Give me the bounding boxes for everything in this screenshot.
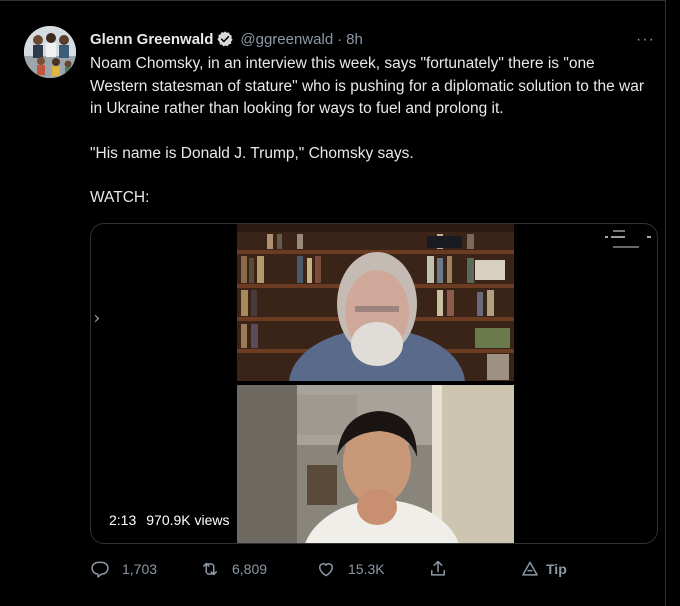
video-duration: 2:13 [109,512,137,528]
tweet[interactable]: Glenn Greenwald @ggreenwald · 8h ··· Noa… [0,0,666,606]
video-frame-chomsky [237,224,514,381]
more-icon[interactable]: ··· [636,31,655,49]
like-count: 15.3K [348,561,385,577]
tweet-header: Glenn Greenwald @ggreenwald · 8h [90,29,363,49]
reply-icon [90,559,110,579]
tweet-actions: 1,703 6,809 15.3K Tip [90,558,590,580]
video-settings-overlay [603,228,653,254]
tip-button[interactable]: Tip [520,559,567,579]
retweet-button[interactable]: 6,809 [200,559,267,579]
tweet-paragraph: Noam Chomsky, in an interview this week,… [90,55,645,117]
share-icon [428,559,448,579]
separator: · [337,30,343,48]
like-button[interactable]: 15.3K [316,559,385,579]
video-player[interactable]: 2:13 970.9K views [90,223,658,544]
avatar[interactable] [24,26,76,78]
handle[interactable]: @ggreenwald [240,31,333,48]
tip-label: Tip [546,561,567,577]
tweet-text: Noam Chomsky, in an interview this week,… [90,53,650,210]
share-button[interactable] [428,559,448,579]
tweet-paragraph: "His name is Donald J. Trump," Chomsky s… [90,144,414,162]
reply-button[interactable]: 1,703 [90,559,157,579]
like-icon [316,559,336,579]
video-frame-interviewer [237,385,514,543]
retweet-icon [200,559,220,579]
video-stats: 2:13 970.9K views [103,509,236,531]
reply-count: 1,703 [122,561,158,577]
tweet-paragraph: WATCH: [90,189,150,206]
timestamp[interactable]: 8h [346,31,363,48]
display-name[interactable]: Glenn Greenwald [90,31,213,48]
tip-icon [520,559,540,579]
verified-badge-icon [213,30,234,48]
video-views: 970.9K views [146,512,230,528]
retweet-count: 6,809 [232,561,268,577]
chevron-left-icon[interactable] [91,314,100,323]
avatar-photo [24,26,76,78]
